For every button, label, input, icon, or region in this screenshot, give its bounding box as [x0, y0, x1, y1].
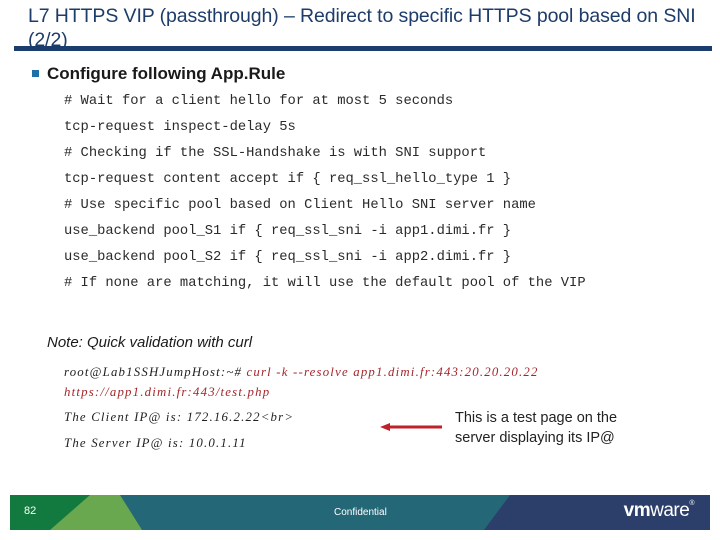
bullet-text: Configure following App.Rule [47, 64, 286, 83]
curl-command-line2: https://app1.dimi.fr:443/test.php [64, 385, 271, 399]
slide-title: L7 HTTPS VIP (passthrough) – Redirect to… [28, 5, 696, 51]
output-line-client-ip: The Client IP@ is: 172.16.2.22<br> [64, 410, 295, 424]
bullet-square-icon [32, 69, 39, 77]
shell-prompt: root@Lab1SSHJumpHost:~# [64, 365, 247, 379]
code-line: use_backend pool_S2 if { req_ssl_sni -i … [64, 250, 512, 265]
arrow-left-icon [380, 423, 442, 431]
page-number: 82 [24, 505, 37, 517]
confidential-label: Confidential [334, 507, 387, 518]
code-line: # Checking if the SSL-Handshake is with … [64, 146, 487, 161]
note-heading: Note: Quick validation with curl [47, 334, 253, 351]
code-line: # Wait for a client hello for at most 5 … [64, 94, 454, 109]
footer-bar: 82 Confidential vmware® [10, 495, 710, 530]
apprule-code-block: # Wait for a client hello for at most 5 … [64, 92, 586, 300]
code-line: use_backend pool_S1 if { req_ssl_sni -i … [64, 224, 512, 239]
title-underline [14, 46, 712, 51]
registered-mark: ® [689, 500, 694, 507]
output-line-server-ip: The Server IP@ is: 10.0.1.11 [64, 436, 247, 450]
code-line: # If none are matching, it will use the … [64, 276, 586, 291]
curl-command: root@Lab1SSHJumpHost:~# curl -k --resolv… [64, 362, 539, 402]
curl-command-line1: curl -k --resolve app1.dimi.fr:443:20.20… [246, 365, 539, 379]
logo-bold: vm [623, 500, 651, 521]
bullet-configure: Configure following App.Rule [32, 64, 285, 84]
code-line: tcp-request content accept if { req_ssl_… [64, 172, 512, 187]
curl-output: The Client IP@ is: 172.16.2.22<br> The S… [64, 407, 294, 459]
callout-text: This is a test page on the server displa… [455, 410, 618, 446]
code-line: tcp-request inspect-delay 5s [64, 120, 296, 135]
vmware-logo: vmware® [623, 500, 695, 522]
code-line: # Use specific pool based on Client Hell… [64, 198, 536, 213]
logo-light: ware [650, 500, 690, 521]
